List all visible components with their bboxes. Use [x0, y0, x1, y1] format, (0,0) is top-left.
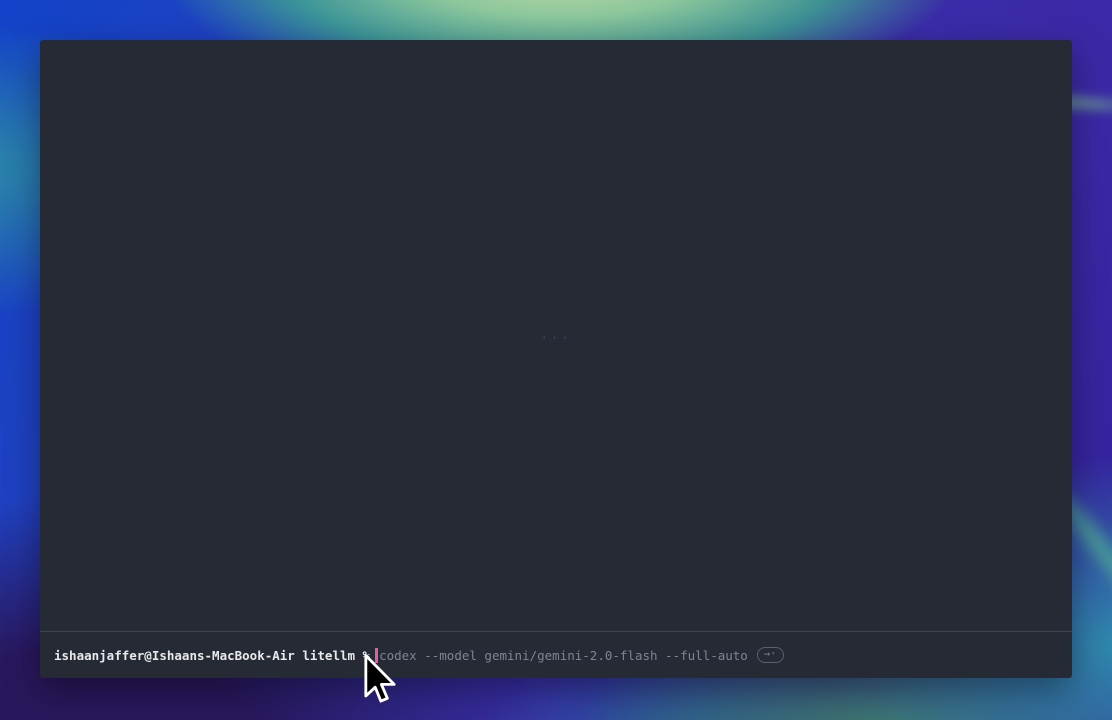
terminal-input-line[interactable]: ishaanjaffer@Ishaans-MacBook-Air litellm…: [40, 632, 1072, 678]
terminal-loading-ellipsis: ···: [541, 331, 572, 345]
text-cursor: [375, 648, 378, 663]
right-arrow-key-icon: →·: [757, 647, 784, 663]
terminal-body[interactable]: ···: [40, 40, 1072, 631]
terminal-window[interactable]: ··· ishaanjaffer@Ishaans-MacBook-Air lit…: [40, 40, 1072, 678]
autosuggestion-text: codex --model gemini/gemini-2.0-flash --…: [379, 648, 748, 663]
shell-prompt: ishaanjaffer@Ishaans-MacBook-Air litellm…: [54, 648, 370, 663]
